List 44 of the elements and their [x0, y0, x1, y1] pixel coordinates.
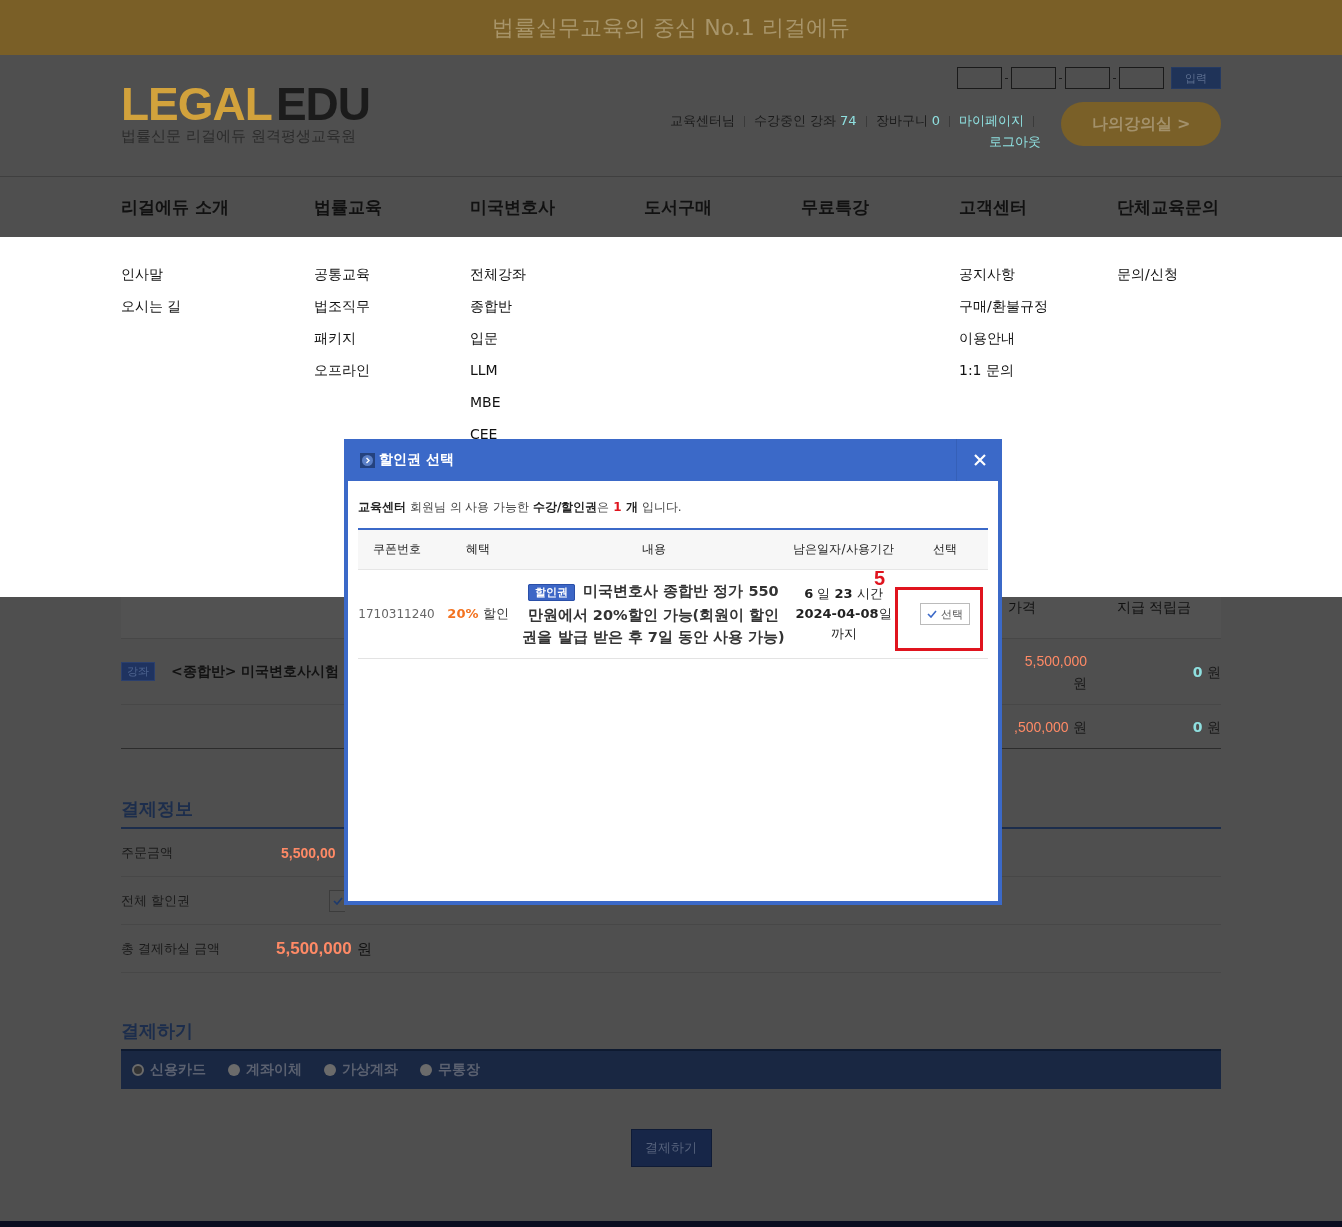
coupon-notice: 교육센터 회원님 의 사용 가능한 수강/할인권은 1 개 입니다. [358, 499, 683, 516]
column-header: 선택 [931, 541, 958, 558]
submenu-item[interactable]: 종합반 [470, 295, 644, 317]
submenu-item[interactable]: LLM [470, 359, 644, 381]
submenu-item[interactable]: 문의/신청 [1117, 263, 1221, 285]
code-input-field[interactable] [1119, 67, 1164, 89]
column-header: 쿠폰번호 [371, 541, 422, 558]
select-button[interactable]: 선택 [919, 603, 970, 625]
submenu-item[interactable]: 패키지 [314, 327, 470, 349]
coupon-description: 할인권 미국변호사 종합반 정가 550 만원에서 20%할인 가능(회원이 할인권을 발급 받은 후 7일 동안 사용 가능) [521, 582, 786, 647]
check-icon [332, 896, 343, 905]
close-icon [972, 453, 987, 467]
submenu-item[interactable]: 오프라인 [314, 359, 470, 381]
submenu-item[interactable]: MBE [470, 391, 644, 413]
mypage-link[interactable]: 마이페이지 [959, 112, 1024, 130]
coupon-button[interactable] [329, 889, 345, 912]
code-input-field[interactable] [1065, 67, 1110, 89]
dialog-title: 할인권 선택 [379, 451, 454, 469]
column-header: 내용 [640, 541, 667, 558]
column-header: 가격 [1007, 599, 1037, 617]
column-header: 지급 적립금 [1115, 599, 1193, 617]
product-title: <종합반> 미국변호사시험 [171, 662, 340, 681]
submenu-item[interactable]: 1:1 문의 [959, 359, 1117, 381]
code-input-field[interactable] [1011, 67, 1056, 89]
submenu-item[interactable]: 인사말 [121, 263, 314, 285]
submenu-item[interactable]: 입문 [470, 327, 644, 349]
column-header: 남은일자/사용기간 [792, 541, 895, 558]
banner-text: 법률실무교육의 중심 No.1 리걸에듀 [492, 13, 850, 42]
code-input-field[interactable] [957, 67, 1002, 89]
submenu-item[interactable]: 공지사항 [959, 263, 1117, 285]
submenu-item[interactable]: 전체강좌 [470, 263, 644, 285]
chevron-icon [360, 452, 375, 468]
submenu-item[interactable]: 오시는 길 [121, 295, 314, 317]
submenu-item[interactable]: 이용안내 [959, 327, 1117, 349]
submenu-item[interactable]: 공통교육 [314, 263, 470, 285]
total-amount: 5,500,000 원 [276, 938, 372, 959]
benefit-text: 20% 할인 [446, 605, 510, 623]
logout-link[interactable]: 로그아웃 [989, 133, 1041, 151]
submenu-item[interactable]: 구매/환불규정 [959, 295, 1117, 317]
check-icon [926, 610, 937, 618]
order-amount: 5,500,00 [281, 844, 336, 861]
submenu-item[interactable]: 법조직무 [314, 295, 470, 317]
coupon-number: 1710311240 [358, 607, 435, 621]
column-header: 혜택 [465, 541, 491, 558]
